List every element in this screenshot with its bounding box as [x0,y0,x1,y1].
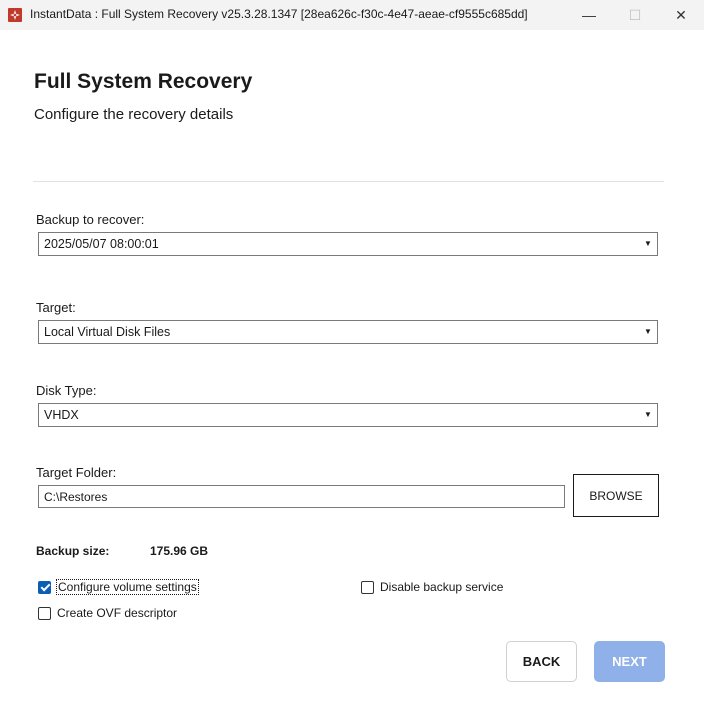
target-label: Target: [36,300,76,315]
close-button[interactable]: ✕ [658,0,704,30]
title-bar[interactable]: InstantData : Full System Recovery v25.3… [0,0,704,30]
browse-button[interactable]: BROWSE [573,474,659,517]
disk-type-label: Disk Type: [36,383,97,398]
backup-label: Backup to recover: [36,212,145,227]
create-ovf-label: Create OVF descriptor [57,606,178,620]
target-folder-input[interactable] [38,485,565,508]
disable-backup-service-checkbox[interactable] [361,580,374,594]
close-icon: ✕ [675,6,687,23]
disable-backup-service-option[interactable]: Disable backup service [361,580,503,594]
minimize-button[interactable]: — [566,0,612,30]
app-logo-icon [8,8,22,22]
create-ovf-checkbox[interactable] [38,606,51,620]
back-button[interactable]: BACK [506,641,577,682]
configure-volume-checkbox[interactable] [38,580,51,594]
page-subtitle: Configure the recovery details [34,106,234,123]
chevron-down-icon: ▼ [644,327,652,336]
page-title: Full System Recovery [34,70,253,93]
disk-type-select-value: VHDX [44,408,79,422]
maximize-icon: ☐ [628,6,642,23]
backup-select[interactable]: 2025/05/07 08:00:01 ▼ [38,232,658,256]
chevron-down-icon: ▼ [644,239,652,248]
minimize-icon: — [582,7,596,23]
backup-select-value: 2025/05/07 08:00:01 [44,237,159,251]
configure-volume-option[interactable]: Configure volume settings [38,579,199,595]
disk-type-select[interactable]: VHDX ▼ [38,403,658,427]
chevron-down-icon: ▼ [644,410,652,419]
backup-size-value: 175.96 GB [150,544,209,558]
next-button[interactable]: NEXT [594,641,665,682]
create-ovf-option[interactable]: Create OVF descriptor [38,606,177,620]
backup-size-label: Backup size: [36,544,110,558]
target-folder-label: Target Folder: [36,465,117,480]
target-select-value: Local Virtual Disk Files [44,325,171,339]
target-select[interactable]: Local Virtual Disk Files ▼ [38,320,658,344]
recovery-window: InstantData : Full System Recovery v25.3… [0,0,704,711]
maximize-button[interactable]: ☐ [612,0,658,30]
header-divider [33,181,664,182]
configure-volume-label: Configure volume settings [56,579,199,595]
window-title: InstantData : Full System Recovery v25.3… [30,7,528,21]
disable-backup-service-label: Disable backup service [380,580,504,594]
